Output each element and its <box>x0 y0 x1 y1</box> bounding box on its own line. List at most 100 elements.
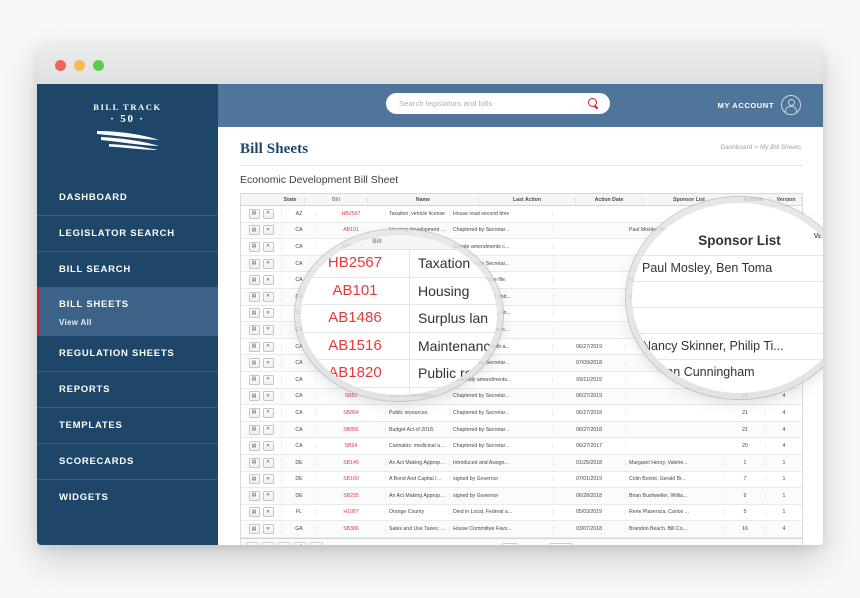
gear-icon[interactable]: ⚙ <box>262 541 275 545</box>
column-header-version[interactable]: Version <box>771 196 802 203</box>
cell-bill[interactable]: SB856 <box>317 426 386 433</box>
cell-bill[interactable]: SB235 <box>317 492 386 499</box>
table-row[interactable]: ▤ ✕ FL H1087 Orange County Died in Local, Fed… <box>241 504 802 522</box>
sidebar-item-dashboard[interactable]: DASHBOARD <box>37 180 218 215</box>
row-remove-icon[interactable]: ✕ <box>262 524 274 535</box>
row-detail-icon[interactable]: ▤ <box>248 208 260 219</box>
row-remove-icon[interactable]: ✕ <box>262 358 274 369</box>
row-detail-icon[interactable]: ▤ <box>248 424 260 435</box>
app-logo[interactable]: BILL TRACK · 50 · <box>37 84 218 170</box>
column-header-bill[interactable]: Bill <box>305 196 368 203</box>
sidebar-item-widgets[interactable]: WIDGETS <box>37 479 218 515</box>
row-remove-icon[interactable]: ✕ <box>262 407 274 418</box>
row-remove-icon[interactable]: ✕ <box>262 507 274 518</box>
row-remove-icon[interactable]: ✕ <box>262 291 274 302</box>
page-size-select[interactable]: 100 <box>549 542 574 545</box>
row-remove-icon[interactable]: ✕ <box>262 457 274 468</box>
table-row[interactable]: ▤✕GASB386Sales and Use Taxes; exception … <box>241 521 802 538</box>
row-detail-icon[interactable]: ▤ <box>248 275 260 286</box>
cell-bill[interactable]: SB386 <box>317 526 386 533</box>
row-remove-icon[interactable]: ✕ <box>262 208 274 219</box>
row-detail-icon[interactable]: ▤ <box>248 241 260 252</box>
close-window-button[interactable] <box>55 60 66 71</box>
row-detail-icon[interactable]: ▤ <box>248 374 260 385</box>
table-row[interactable]: ▤ ✕ CA SB856 Budget Act of 2018. Chaptered by… <box>241 421 802 439</box>
column-header-actions-count[interactable]: Actions <box>736 196 771 203</box>
row-remove-icon[interactable]: ✕ <box>262 324 274 335</box>
row-remove-icon[interactable]: ✕ <box>262 391 274 402</box>
row-detail-icon[interactable]: ▤ <box>248 341 260 352</box>
row-remove-icon[interactable]: ✕ <box>262 441 274 452</box>
row-remove-icon[interactable]: ✕ <box>262 258 274 269</box>
row-remove-icon[interactable]: ✕ <box>262 341 274 352</box>
cell-last-action: signed by Governor <box>450 492 553 499</box>
sidebar-item-regulation-sheets[interactable]: REGULATION SHEETS <box>37 336 218 371</box>
zoom-window-button[interactable] <box>93 60 104 71</box>
sidebar-item-reports[interactable]: REPORTS <box>37 371 218 407</box>
row-detail-icon[interactable]: ▤ <box>248 308 260 319</box>
magnified-header-bill: Bill <box>372 239 382 245</box>
row-remove-icon[interactable]: ✕ <box>262 374 274 385</box>
row-detail-icon[interactable]: ▤ <box>248 407 260 418</box>
sidebar-subitem-view-all[interactable]: View All <box>59 318 218 327</box>
search-input[interactable]: Search legislators and bills <box>386 99 588 108</box>
sidebar-item-bill-sheets[interactable]: BILL SHEETS View All <box>37 287 218 336</box>
table-row[interactable]: ▤ ✕ CA SB854 Public resources. Chaptered by S… <box>241 405 802 422</box>
table-row[interactable]: ▤✕CASB94Cannabis: medicinal and adult us… <box>241 438 802 455</box>
search-icon[interactable] <box>588 98 599 109</box>
row-detail-icon[interactable]: ▤ <box>248 441 260 452</box>
row-action-cell: ▤ ✕ <box>241 407 282 418</box>
row-remove-icon[interactable]: ✕ <box>262 225 274 236</box>
cell-bill[interactable]: SB160 <box>317 476 386 483</box>
global-search[interactable]: Search legislators and bills <box>386 93 610 114</box>
column-header-last-action[interactable]: Last Action <box>479 196 576 203</box>
sidebar-item-templates[interactable]: TEMPLATES <box>37 407 218 443</box>
row-remove-icon[interactable]: ✕ <box>262 424 274 435</box>
cell-bill[interactable]: H1087 <box>317 509 386 516</box>
sidebar-item-bill-search[interactable]: BILL SEARCH <box>37 251 218 287</box>
print-icon[interactable]: ⎙ <box>294 541 307 545</box>
row-detail-icon[interactable]: ▤ <box>248 225 260 236</box>
table-row[interactable]: ▤✕DESB160A Bond And Capital Improvements… <box>241 471 802 489</box>
row-remove-icon[interactable]: ✕ <box>262 474 274 485</box>
breadcrumb-root[interactable]: Dashboard <box>721 144 753 151</box>
column-header-sponsor-list[interactable]: Sponsor List <box>643 196 736 203</box>
row-detail-icon[interactable]: ▤ <box>248 391 260 402</box>
row-detail-icon[interactable]: ▤ <box>248 291 260 302</box>
column-header-action-date[interactable]: Action Date <box>576 196 643 203</box>
cell-bill[interactable]: SB854 <box>317 409 386 416</box>
cell-actions-count: 21 <box>725 409 766 416</box>
avatar-icon[interactable] <box>781 95 801 115</box>
search-icon[interactable]: ⌕ <box>246 541 259 545</box>
row-detail-icon[interactable]: ▤ <box>248 358 260 369</box>
cell-bill[interactable]: SB145 <box>317 459 386 466</box>
cell-bill[interactable]: HB2567 <box>317 210 386 217</box>
table-row[interactable]: ▤✕DESB145An Act Making Appropriations Fo… <box>241 454 802 472</box>
row-detail-icon[interactable]: ▤ <box>248 474 260 485</box>
sidebar-item-legislator-search[interactable]: LEGISLATOR SEARCH <box>37 215 218 251</box>
column-header-name[interactable]: Name <box>368 196 479 203</box>
sidebar-item-scorecards[interactable]: SCORECARDS <box>37 443 218 479</box>
row-detail-icon[interactable]: ▤ <box>248 258 260 269</box>
pin-icon[interactable]: ⌖ <box>310 541 323 545</box>
minimize-window-button[interactable] <box>74 60 85 71</box>
row-detail-icon[interactable]: ▤ <box>248 324 260 335</box>
row-detail-icon[interactable]: ▤ <box>248 507 260 518</box>
sidebar-item-label: BILL SEARCH <box>59 264 131 275</box>
row-detail-icon[interactable]: ▤ <box>248 457 260 468</box>
page-number-input[interactable]: 1 <box>502 542 518 545</box>
cell-bill[interactable]: SB94 <box>317 443 386 450</box>
account-menu[interactable]: MY ACCOUNT <box>718 95 801 115</box>
cell-bill[interactable]: AB101 <box>317 227 386 234</box>
row-remove-icon[interactable]: ✕ <box>262 275 274 286</box>
column-header-state[interactable]: State <box>276 196 305 203</box>
row-remove-icon[interactable]: ✕ <box>262 490 274 501</box>
magnified-sponsor-row <box>632 281 823 307</box>
row-remove-icon[interactable]: ✕ <box>262 308 274 319</box>
row-detail-icon[interactable]: ▤ <box>248 524 260 535</box>
export-icon[interactable]: ❐ <box>278 541 291 545</box>
row-detail-icon[interactable]: ▤ <box>248 490 260 501</box>
table-row[interactable]: ▤✕DESB235An Act Making Appropriations Fo… <box>241 488 802 505</box>
cell-version: 1 <box>782 476 786 483</box>
row-remove-icon[interactable]: ✕ <box>262 241 274 252</box>
